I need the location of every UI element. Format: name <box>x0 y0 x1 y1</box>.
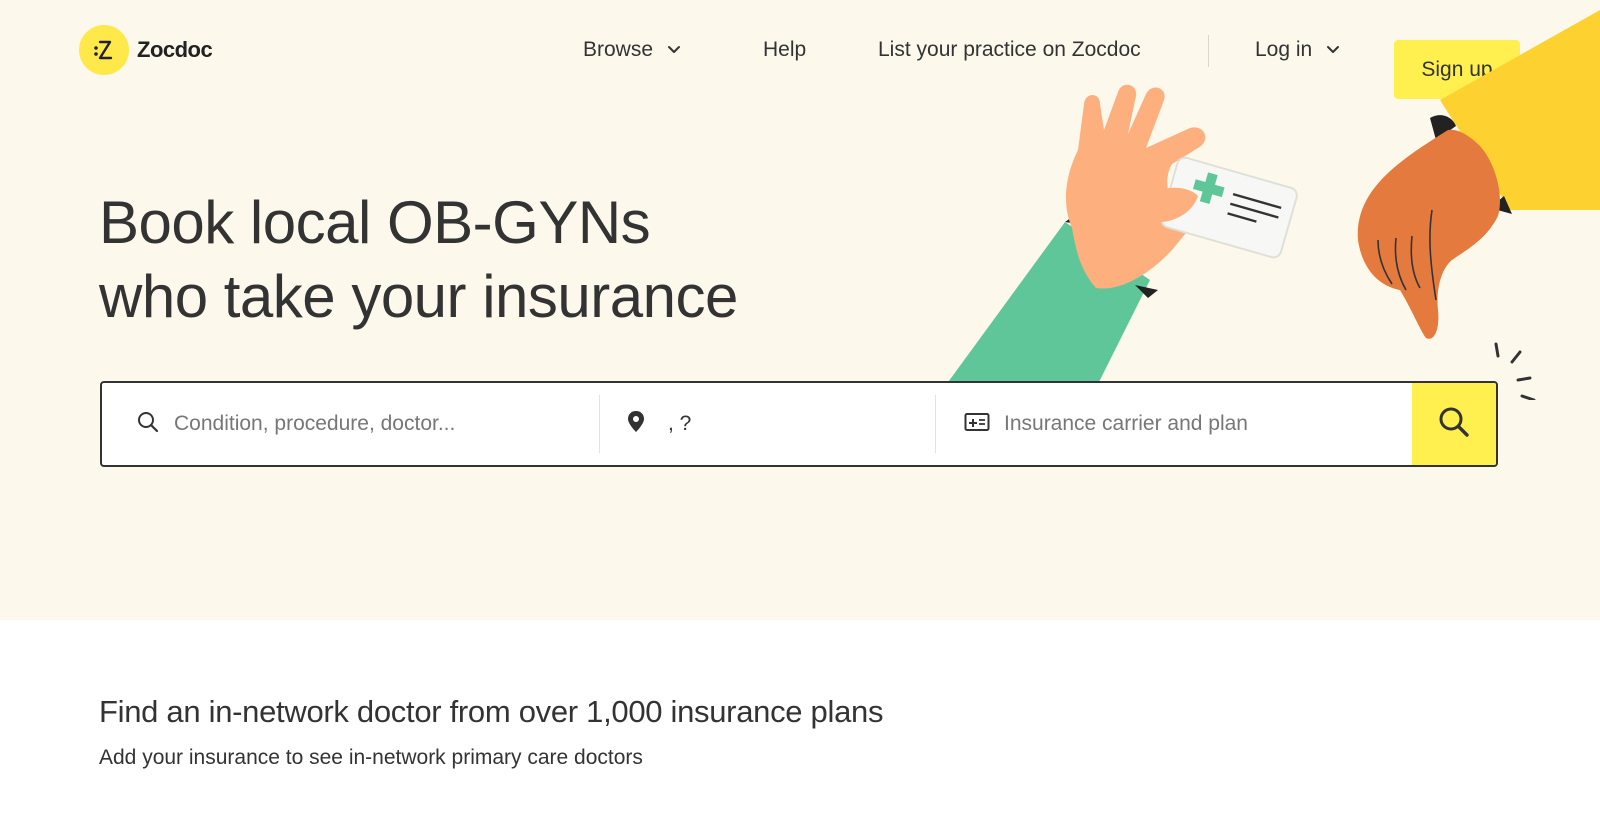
insurance-card-icon <box>964 412 990 437</box>
condition-search-input[interactable] <box>172 411 536 437</box>
search-bar: , ? <box>100 381 1498 467</box>
hero-headline-line-2: who take your insurance <box>99 263 738 330</box>
search-button[interactable] <box>1412 383 1496 465</box>
hero-headline-line-1: Book local OB-GYNs <box>99 189 651 256</box>
insurance-section-subtitle: Add your insurance to see in-network pri… <box>99 746 643 769</box>
map-pin-icon <box>626 410 646 439</box>
hands-insurance-card-illustration <box>935 10 1600 400</box>
insurance-section-title: Find an in-network doctor from over 1,00… <box>99 694 884 729</box>
location-field[interactable]: , ? <box>600 383 935 465</box>
condition-search-field[interactable] <box>102 383 599 465</box>
hero-section: Zocdoc Browse Help List your practice on… <box>0 0 1600 620</box>
search-icon <box>1437 405 1471 444</box>
hero-headline: Book local OB-GYNs who take your insuran… <box>99 186 738 334</box>
nav-browse-menu[interactable]: Browse <box>583 20 681 80</box>
chevron-down-icon <box>667 45 681 55</box>
nav-help-label: Help <box>763 38 807 61</box>
nav-browse-label: Browse <box>583 38 654 61</box>
nav-help-link[interactable]: Help <box>763 20 806 80</box>
location-value: , ? <box>668 412 692 435</box>
search-icon <box>136 410 160 439</box>
insurance-field[interactable] <box>936 383 1412 465</box>
insurance-input[interactable] <box>1002 411 1366 437</box>
